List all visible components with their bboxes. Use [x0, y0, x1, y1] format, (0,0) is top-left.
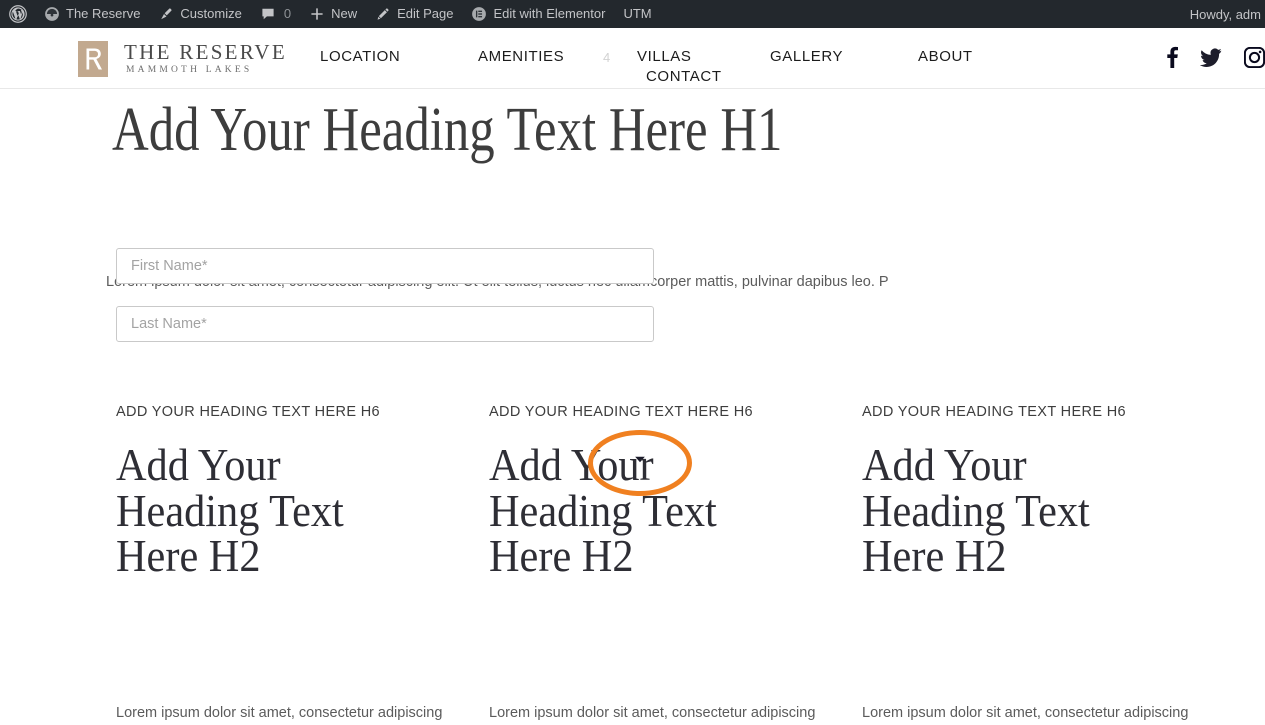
- admin-bar-edit-with-elementor[interactable]: Edit with Elementor: [462, 0, 614, 28]
- nav-item-amenities[interactable]: AMENITIES: [478, 48, 564, 65]
- admin-bar-new[interactable]: New: [300, 0, 366, 28]
- admin-bar-edit-page[interactable]: Edit Page: [366, 0, 462, 28]
- column-1: ADD YOUR HEADING TEXT HERE H6 Add Your H…: [116, 404, 476, 721]
- brush-icon: [158, 6, 174, 22]
- admin-bar-howdy-label: Howdy, adm: [1189, 6, 1261, 22]
- nav-item-location[interactable]: LOCATION: [320, 48, 400, 65]
- column-2-paragraph: Lorem ipsum dolor sit amet, consectetur …: [489, 705, 816, 721]
- admin-bar-site-name-label: The Reserve: [66, 6, 141, 21]
- admin-bar-items: The Reserve Customize 0 New Edit Page Ed…: [0, 0, 661, 28]
- pencil-icon: [375, 6, 391, 22]
- wordpress-logo-icon: [9, 5, 27, 23]
- logo-mark-icon: [78, 41, 108, 77]
- admin-bar-comments[interactable]: 0: [251, 0, 300, 28]
- nav-item-about[interactable]: ABOUT: [918, 48, 973, 65]
- column-2: ADD YOUR HEADING TEXT HERE H6 Add Your H…: [489, 404, 849, 721]
- social-links: [1167, 46, 1265, 73]
- admin-bar-edit-page-label: Edit Page: [397, 6, 454, 21]
- dashboard-icon: [44, 6, 60, 22]
- column-3-h2: Add Your Heading Text Here H2: [862, 439, 1090, 582]
- column-1-h6: ADD YOUR HEADING TEXT HERE H6: [116, 404, 380, 420]
- column-2-h6: ADD YOUR HEADING TEXT HERE H6: [489, 404, 753, 420]
- admin-bar-comment-count: 0: [283, 6, 292, 21]
- column-1-paragraph: Lorem ipsum dolor sit amet, consectetur …: [116, 705, 443, 721]
- twitter-icon[interactable]: [1199, 48, 1222, 72]
- admin-bar-utm-label: UTM: [623, 6, 652, 21]
- admin-bar-new-label: New: [331, 6, 358, 21]
- logo-title: THE RESERVE: [124, 40, 288, 65]
- site-header: THE RESERVE MAMMOTH LAKES LOCATION AMENI…: [0, 28, 1265, 89]
- last-name-input[interactable]: [116, 306, 654, 342]
- logo-text: THE RESERVE MAMMOTH LAKES: [124, 42, 287, 76]
- admin-bar-customize[interactable]: Customize: [149, 0, 250, 28]
- column-3-paragraph: Lorem ipsum dolor sit amet, consectetur …: [862, 705, 1189, 721]
- page-title-h1: Add Your Heading Text Here H1: [112, 96, 783, 164]
- admin-bar-wordpress-logo[interactable]: [0, 0, 35, 28]
- plus-icon: [309, 6, 325, 22]
- column-3: ADD YOUR HEADING TEXT HERE H6 Add Your H…: [862, 404, 1222, 721]
- admin-bar-elementor-label: Edit with Elementor: [493, 6, 606, 21]
- nav-item-gallery[interactable]: GALLERY: [770, 48, 843, 65]
- admin-bar-site-name[interactable]: The Reserve: [35, 0, 149, 28]
- admin-bar-account-area[interactable]: Howdy, adm: [1190, 0, 1265, 28]
- column-1-h2: Add Your Heading Text Here H2: [116, 439, 344, 582]
- facebook-icon[interactable]: [1167, 46, 1178, 73]
- nav-item-villas[interactable]: VILLAS: [637, 48, 691, 65]
- comment-bubble-icon: [260, 6, 276, 22]
- logo-subtitle: MAMMOTH LAKES: [126, 65, 253, 76]
- column-2-h2: Add Your Heading Text Here H2: [489, 439, 717, 582]
- column-3-h6: ADD YOUR HEADING TEXT HERE H6: [862, 404, 1126, 420]
- admin-bar-utm[interactable]: UTM: [614, 0, 660, 28]
- wp-admin-bar: The Reserve Customize 0 New Edit Page Ed…: [0, 0, 1265, 28]
- first-name-input[interactable]: [116, 248, 654, 284]
- site-logo[interactable]: THE RESERVE MAMMOTH LAKES: [78, 41, 287, 77]
- page-content: Add Your Heading Text Here H1 Lorem ipsu…: [0, 89, 1265, 721]
- nav-ghost-marker: 4: [603, 50, 611, 65]
- nav-item-contact[interactable]: CONTACT: [646, 68, 722, 85]
- elementor-icon: [471, 6, 487, 22]
- three-column-section: ADD YOUR HEADING TEXT HERE H6 Add Your H…: [0, 404, 1265, 721]
- admin-bar-customize-label: Customize: [180, 6, 242, 21]
- main-navigation: LOCATION AMENITIES 4 VILLAS CONTACT GALL…: [300, 36, 1020, 88]
- instagram-icon[interactable]: [1243, 46, 1265, 73]
